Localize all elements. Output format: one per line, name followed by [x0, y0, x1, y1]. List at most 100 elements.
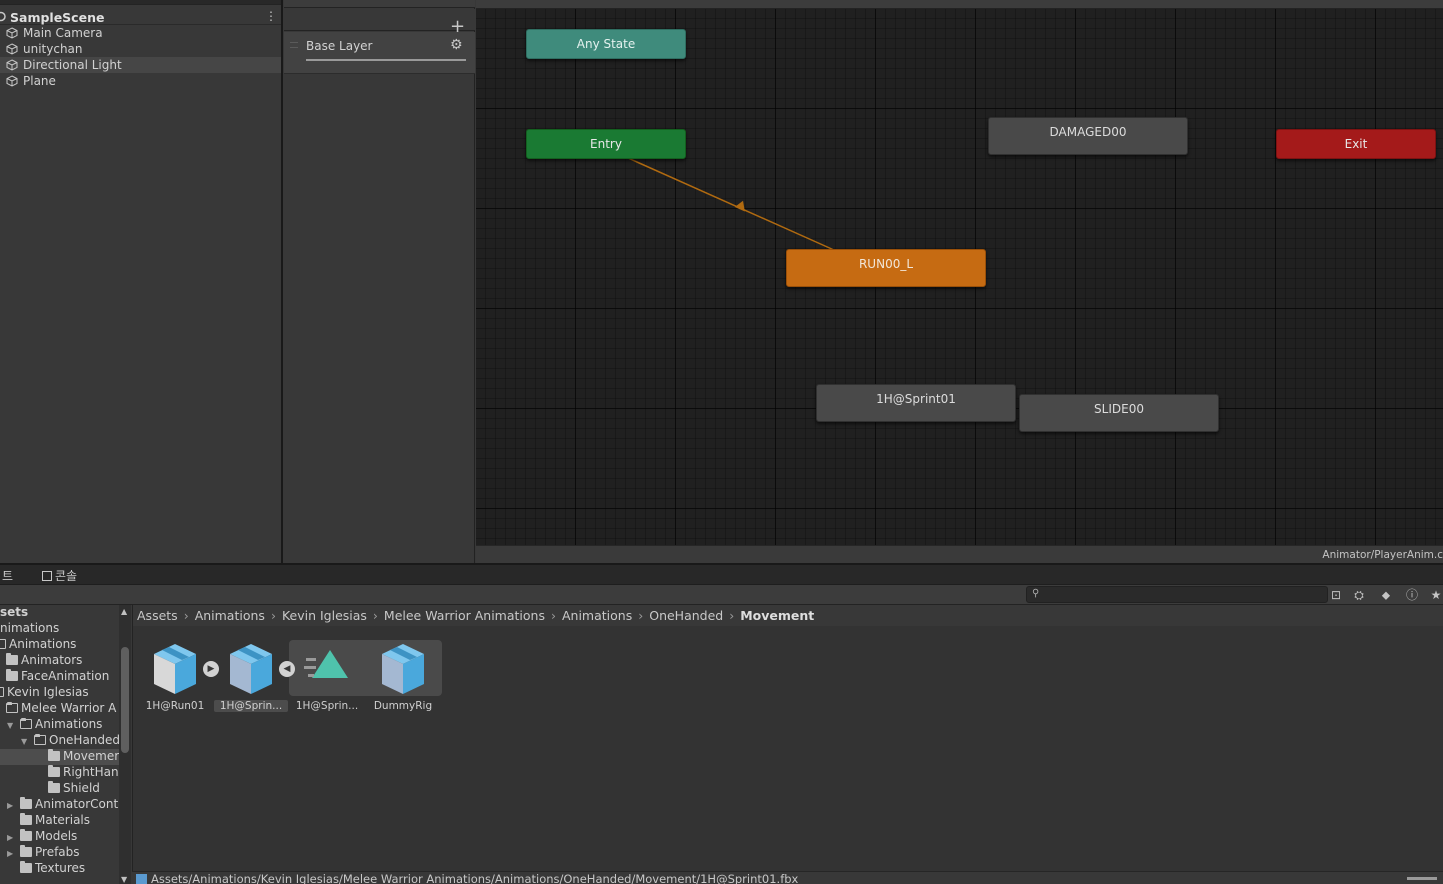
bottom-tabs-bar: 트 콘솔: [0, 565, 1443, 585]
search-by-type-icon[interactable]: ⊡: [1327, 586, 1345, 604]
animator-graph[interactable]: Any State Entry DAMAGED00 Exit RUN00_L 1…: [476, 9, 1443, 545]
tab-project[interactable]: 트: [2, 567, 13, 584]
tree-item-faceanimation[interactable]: FaceAnimation: [6, 669, 109, 685]
scrollbar-thumb[interactable]: [121, 647, 129, 753]
layer-name: Base Layer: [306, 39, 373, 53]
asset-dummyrig[interactable]: DummyRig: [366, 640, 436, 720]
state-run00-l[interactable]: RUN00_L: [786, 249, 986, 287]
hierarchy-item-unitychan[interactable]: unitychan: [0, 41, 281, 57]
tree-item-kevin-iglesias[interactable]: Kevin Iglesias: [0, 685, 89, 701]
tab-console[interactable]: 콘솔: [42, 567, 77, 584]
layer-row-base-layer[interactable]: Base Layer ⚙: [284, 32, 475, 74]
favorite-star-icon[interactable]: ★: [1427, 586, 1443, 604]
breadcrumb-item[interactable]: Animations: [195, 608, 265, 623]
warning-icon[interactable]: ⓘ: [1403, 586, 1421, 604]
state-any-state[interactable]: Any State: [526, 29, 686, 59]
drag-handle-icon[interactable]: [290, 42, 298, 48]
hierarchy-panel: SampleScene ⋮ Main Camera unitychan Dire…: [0, 0, 283, 563]
breadcrumb-item[interactable]: Assets: [137, 608, 178, 623]
tree-item-righthand[interactable]: RightHan: [48, 765, 119, 781]
controller-path: Animator/PlayerAnim.c: [1322, 549, 1443, 561]
tree-item-animations-root[interactable]: nimations: [0, 621, 59, 637]
kebab-menu-icon[interactable]: ⋮: [265, 9, 277, 23]
breadcrumb-item[interactable]: Kevin Iglesias: [282, 608, 367, 623]
tree-item-onehanded[interactable]: OneHanded: [34, 733, 119, 749]
state-entry[interactable]: Entry: [526, 129, 686, 159]
layer-weight-bar: [306, 59, 466, 61]
gear-icon[interactable]: ⚙: [450, 37, 463, 53]
state-exit[interactable]: Exit: [1276, 129, 1436, 159]
gameobject-cube-icon: [6, 27, 18, 39]
tree-item-shield[interactable]: Shield: [48, 781, 100, 797]
expand-arrow-icon[interactable]: ▼: [21, 737, 27, 746]
breadcrumb-item[interactable]: Animations: [562, 608, 632, 623]
scroll-down-arrow-icon[interactable]: ▼: [121, 875, 127, 884]
hierarchy-item-directional-light[interactable]: Directional Light: [0, 57, 281, 73]
tree-item-animations-sub[interactable]: Animations: [20, 717, 102, 733]
tree-item-assets[interactable]: sets: [0, 605, 28, 621]
chevron-right-icon: ›: [550, 608, 556, 623]
breadcrumb-item[interactable]: Melee Warrior Animations: [384, 608, 545, 623]
status-bar: Assets/Animations/Kevin Iglesias/Melee W…: [132, 871, 1443, 884]
icon-size-slider[interactable]: [1407, 877, 1437, 880]
state-slide00[interactable]: SLIDE00: [1019, 394, 1219, 432]
label-tag-icon[interactable]: ⬥: [1377, 586, 1395, 604]
tree-item-animatorcont[interactable]: AnimatorCont: [20, 797, 118, 813]
chevron-right-icon: ›: [638, 608, 644, 623]
state-damaged00[interactable]: DAMAGED00: [988, 117, 1188, 155]
collapse-arrow-icon[interactable]: ▶: [7, 833, 13, 842]
tree-item-animations[interactable]: Animations: [0, 637, 76, 653]
collapse-arrow-icon[interactable]: ▶: [7, 849, 13, 858]
animation-clip-icon: [304, 650, 348, 678]
folder-icon: [6, 653, 18, 665]
animator-layers-panel: + Base Layer ⚙: [284, 0, 475, 563]
tree-item-label: Kevin Iglesias: [7, 685, 89, 699]
hierarchy-item-label: Plane: [23, 74, 56, 88]
breadcrumb-item[interactable]: OneHanded: [649, 608, 723, 623]
breadcrumb-current[interactable]: Movement: [740, 608, 814, 623]
tree-scrollbar[interactable]: ▲ ▼: [119, 605, 131, 884]
hierarchy-item-label: unitychan: [23, 42, 83, 56]
tree-item-animators[interactable]: Animators: [6, 653, 82, 669]
tree-item-prefabs[interactable]: Prefabs: [20, 845, 80, 861]
folder-icon: [6, 669, 18, 681]
asset-1h-run01[interactable]: 1H@Run01: [138, 640, 208, 720]
tree-item-label: Movemer: [63, 749, 119, 763]
scroll-up-arrow-icon[interactable]: ▲: [121, 607, 127, 616]
chevron-right-icon: ›: [372, 608, 378, 623]
asset-1h-sprint01-model[interactable]: 1H@Sprin...: [214, 640, 288, 720]
expand-arrow-icon[interactable]: ▼: [7, 721, 13, 730]
folder-icon: [48, 781, 60, 793]
asset-label: 1H@Sprin...: [295, 700, 359, 712]
graph-breadcrumb-bar: [476, 0, 1443, 9]
breadcrumb: Assets › Animations › Kevin Iglesias › Melee W…: [133, 605, 1443, 626]
asset-1h-sprint01-clip[interactable]: 1H@Sprin...: [290, 640, 360, 720]
folder-open-icon: [20, 718, 32, 729]
model-cube-icon: [382, 644, 424, 694]
hierarchy-item-main-camera[interactable]: Main Camera: [0, 25, 281, 41]
scene-header[interactable]: SampleScene ⋮: [0, 9, 281, 25]
folder-icon: [48, 749, 60, 761]
filter-by-type-icon[interactable]: ⛭: [1350, 586, 1368, 604]
chevron-right-icon: ›: [270, 608, 276, 623]
gameobject-cube-icon: [6, 59, 18, 71]
tree-item-movement[interactable]: Movemer: [0, 749, 119, 765]
hierarchy-item-plane[interactable]: Plane: [0, 73, 281, 89]
tree-item-label: Animations: [9, 637, 77, 651]
transition-entry-to-run[interactable]: [627, 157, 835, 251]
state-1h-sprint01[interactable]: 1H@Sprint01: [816, 384, 1016, 422]
tree-item-models[interactable]: Models: [20, 829, 77, 845]
unity-scene-icon: [0, 11, 6, 22]
tree-item-materials[interactable]: Materials: [20, 813, 90, 829]
tree-item-label: Animations: [35, 717, 103, 731]
tree-item-label: Materials: [35, 813, 91, 827]
hierarchy-item-label: Directional Light: [23, 58, 122, 72]
gameobject-cube-icon: [6, 75, 18, 87]
tree-item-textures[interactable]: Textures: [20, 861, 85, 877]
asset-label: 1H@Run01: [145, 700, 205, 712]
tree-item-label: Melee Warrior A: [21, 701, 117, 715]
tree-item-melee-warrior[interactable]: Melee Warrior A: [6, 701, 116, 717]
search-input[interactable]: ⚲: [1026, 586, 1328, 603]
collapse-arrow-icon[interactable]: ▶: [7, 801, 13, 810]
model-cube-icon: [230, 644, 272, 694]
